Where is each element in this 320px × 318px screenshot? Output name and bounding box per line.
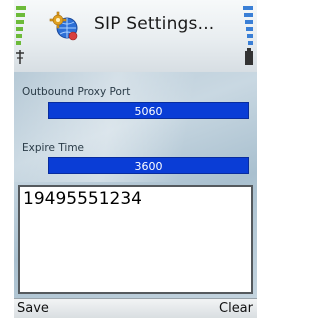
settings-form: Outbound Proxy Port 5060 Expire Time 360… bbox=[14, 72, 257, 298]
signal-strength-icon bbox=[16, 6, 26, 64]
phone-screen: SIP Settings... Outbound Proxy Port 5060… bbox=[14, 0, 257, 318]
outbound-proxy-port-label: Outbound Proxy Port bbox=[22, 86, 131, 98]
battery-level-icon bbox=[243, 6, 253, 65]
header-bar: SIP Settings... bbox=[14, 0, 257, 72]
text-editor[interactable]: 19495551234 bbox=[18, 185, 253, 294]
softkey-bar: Save Clear bbox=[14, 298, 257, 318]
expire-time-label: Expire Time bbox=[22, 142, 85, 154]
clear-softkey[interactable]: Clear bbox=[219, 301, 253, 316]
sip-settings-app-icon bbox=[49, 11, 78, 41]
page-title: SIP Settings... bbox=[94, 14, 215, 34]
outbound-proxy-port-field[interactable]: 5060 bbox=[48, 102, 249, 119]
save-softkey[interactable]: Save bbox=[17, 301, 49, 316]
expire-time-field[interactable]: 3600 bbox=[48, 157, 249, 174]
